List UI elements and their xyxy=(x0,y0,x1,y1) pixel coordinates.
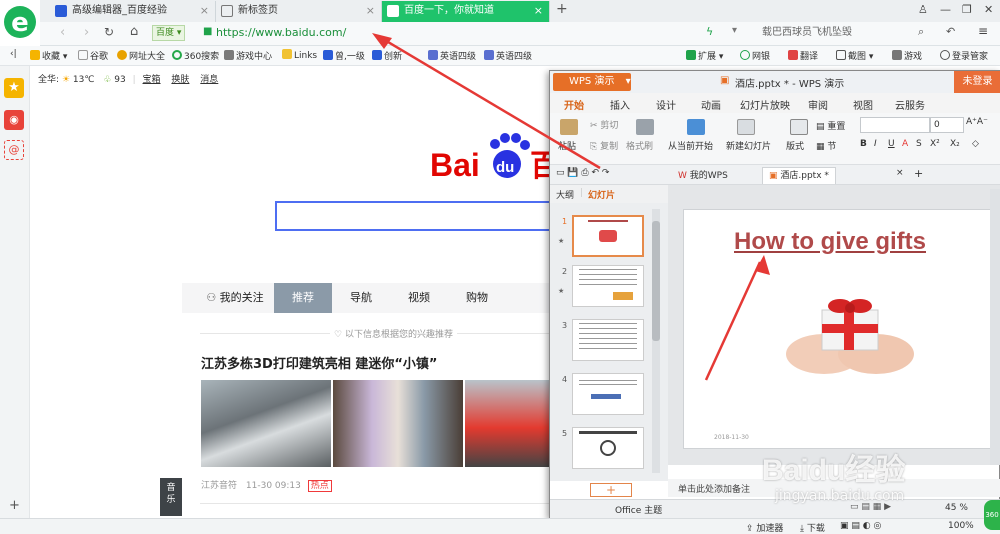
accelerator-button[interactable]: ⇪ 加速器 xyxy=(746,521,783,534)
arrowhead-icon xyxy=(755,255,770,275)
watermark-url: jingyan.baidu.com xyxy=(775,488,905,504)
baidu-jingyan-watermark: Baidu经验 xyxy=(762,454,906,487)
rocket-icon: ⇪ xyxy=(746,524,757,534)
360-float-icon[interactable]: 360 xyxy=(984,500,1000,530)
zoom-level[interactable]: 100% xyxy=(948,521,974,531)
accelerator-label: 加速器 xyxy=(756,524,784,534)
status-icons[interactable]: ▣ ▤ ◐ ◎ xyxy=(840,521,881,531)
download-icon: ⤓ xyxy=(800,524,807,534)
browser-status-bar: ⇪ 加速器 ⤓ 下载 ▣ ▤ ◐ ◎ 100% xyxy=(0,518,1000,534)
download-label: 下载 xyxy=(806,524,825,534)
arrow-to-url xyxy=(377,34,601,170)
download-button[interactable]: ⤓ 下载 xyxy=(800,521,825,534)
arrow-to-title xyxy=(704,261,762,381)
arrowhead-icon xyxy=(372,33,392,49)
